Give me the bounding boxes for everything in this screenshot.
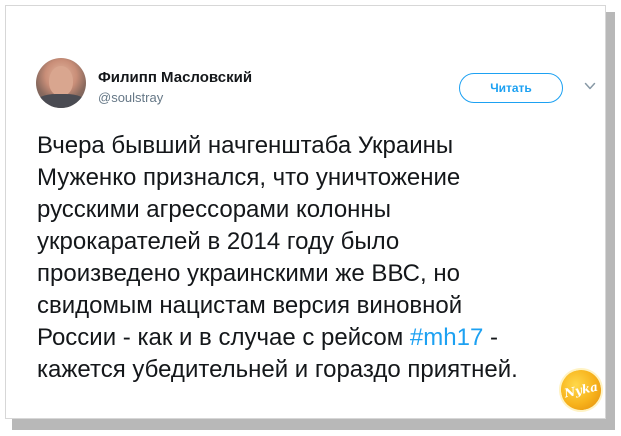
avatar-shoulders	[36, 94, 86, 108]
tweet-line: укрокарателей в 2014 году было	[37, 228, 400, 255]
tweet-text: Вчера бывший начгенштаба Украины Муженко…	[37, 130, 597, 386]
avatar[interactable]	[36, 58, 86, 108]
author-name[interactable]: Филипп Масловский	[98, 69, 252, 86]
tweet-card: Филипп Масловский @soulstray Читать Вчер…	[5, 5, 606, 419]
tweet-line-start: России - как и в случае с рейсом	[37, 324, 410, 351]
watermark-text: Nyka	[562, 379, 600, 401]
tweet-line: произведено украинскими же ВВС, но	[37, 260, 460, 287]
tweet-line: кажется убедительней и гораздо приятней.	[37, 356, 518, 383]
chevron-down-icon[interactable]	[584, 80, 596, 92]
hashtag-link[interactable]: #mh17	[410, 324, 483, 351]
tweet-line: Вчера бывший начгенштаба Украины	[37, 132, 454, 159]
tweet-line: Муженко признался, что уничтожение	[37, 164, 461, 191]
tweet-line-end: -	[483, 324, 498, 351]
author-handle[interactable]: @soulstray	[98, 90, 163, 105]
avatar-face	[49, 66, 73, 96]
tweet-line: свидомым нацистам версия виновной	[37, 292, 463, 319]
tweet-line: русскими агрессорами колонны	[37, 196, 391, 223]
follow-button[interactable]: Читать	[459, 73, 563, 103]
tweet-line-with-hashtag: России - как и в случае с рейсом #mh17 -	[37, 322, 597, 354]
